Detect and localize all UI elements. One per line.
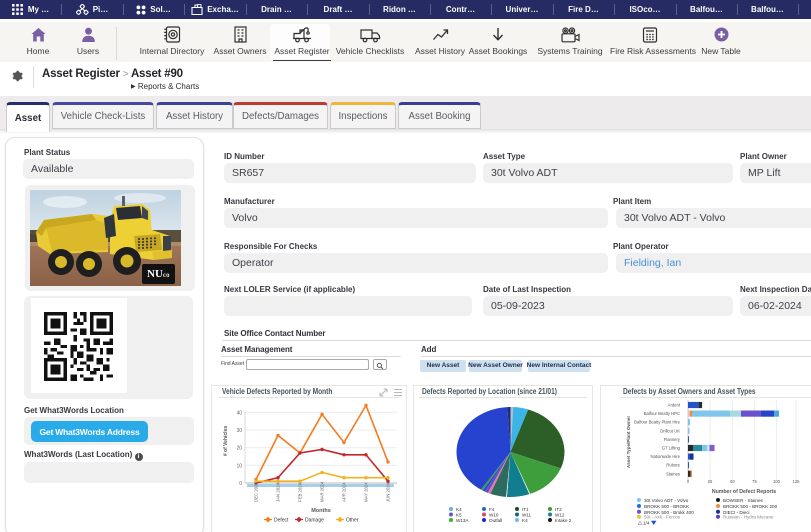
svg-text:IT2: IT2 <box>555 507 562 512</box>
svg-text:W10: W10 <box>489 513 499 518</box>
svg-text:50t - Axk - Forcos: 50t - Axk - Forcos <box>644 514 681 519</box>
svg-text:W11: W11 <box>522 513 532 518</box>
svg-text:Damage: Damage <box>305 517 324 523</box>
svg-text:40: 40 <box>236 410 242 416</box>
svg-text:GT Lifting: GT Lifting <box>662 446 681 451</box>
svg-text:Flannery: Flannery <box>664 437 681 442</box>
svg-text:# of Vehicles: # of Vehicles <box>223 426 229 457</box>
svg-text:MAR 2024: MAR 2024 <box>320 481 325 502</box>
svg-text:1/4: 1/4 <box>643 520 650 525</box>
svg-text:APR 2024: APR 2024 <box>342 482 347 502</box>
svg-text:75: 75 <box>752 479 757 484</box>
svg-text:Balfour Beatty HPC: Balfour Beatty HPC <box>644 411 680 416</box>
svg-text:K5: K5 <box>456 513 462 518</box>
svg-text:Nationwide Hire: Nationwide Hire <box>650 454 680 459</box>
svg-text:50: 50 <box>730 479 735 484</box>
svg-text:Months: Months <box>311 508 331 514</box>
svg-text:25: 25 <box>708 479 713 484</box>
svg-text:Defect: Defect <box>274 517 289 523</box>
svg-text:Drillcut UK: Drillcut UK <box>660 428 680 433</box>
svg-text:Asset Type/Plant Owner: Asset Type/Plant Owner <box>626 416 631 468</box>
svg-text:K4: K4 <box>456 507 462 512</box>
svg-text:BOWSER - Staines: BOWSER - Staines <box>723 498 764 503</box>
svg-text:Ardent: Ardent <box>668 403 681 408</box>
svg-text:Russian - Hydra Mecane: Russian - Hydra Mecane <box>723 514 774 519</box>
svg-text:MAY 2024: MAY 2024 <box>364 482 369 502</box>
svg-text:10: 10 <box>236 463 242 469</box>
svg-text:0: 0 <box>239 481 242 487</box>
svg-text:Balfour Beatty Plant Hire: Balfour Beatty Plant Hire <box>634 420 681 425</box>
svg-text:125: 125 <box>793 479 801 484</box>
svg-text:100: 100 <box>773 479 781 484</box>
svg-text:30: 30 <box>236 428 242 434</box>
svg-text:DEC 2023: DEC 2023 <box>254 482 259 502</box>
svg-text:W12: W12 <box>555 513 565 518</box>
svg-text:FEB 2024: FEB 2024 <box>298 482 303 502</box>
svg-text:W13A: W13A <box>456 518 469 523</box>
svg-text:K4: K4 <box>522 518 528 523</box>
svg-text:0: 0 <box>687 479 690 484</box>
svg-text:30t Volvo ADT - Volvo: 30t Volvo ADT - Volvo <box>644 498 689 503</box>
svg-text:IT1: IT1 <box>522 507 529 512</box>
svg-text:BROKK 500 - BROKK: BROKK 500 - BROKK <box>644 504 690 509</box>
svg-text:Staines: Staines <box>666 471 680 476</box>
svg-text:20: 20 <box>236 446 242 452</box>
svg-text:JUN 2024: JUN 2024 <box>386 482 391 502</box>
svg-text:JAN 2024: JAN 2024 <box>276 483 281 502</box>
svg-text:Other: Other <box>346 517 359 523</box>
svg-text:Rubore: Rubore <box>666 463 680 468</box>
svg-text:BROKK 500 - BROKK 200: BROKK 500 - BROKK 200 <box>723 504 778 509</box>
svg-text:Intake 2: Intake 2 <box>555 518 572 523</box>
svg-text:Outfall: Outfall <box>489 518 502 523</box>
svg-text:Number of Defect Reports: Number of Defect Reports <box>712 489 776 495</box>
svg-text:F4: F4 <box>489 507 495 512</box>
